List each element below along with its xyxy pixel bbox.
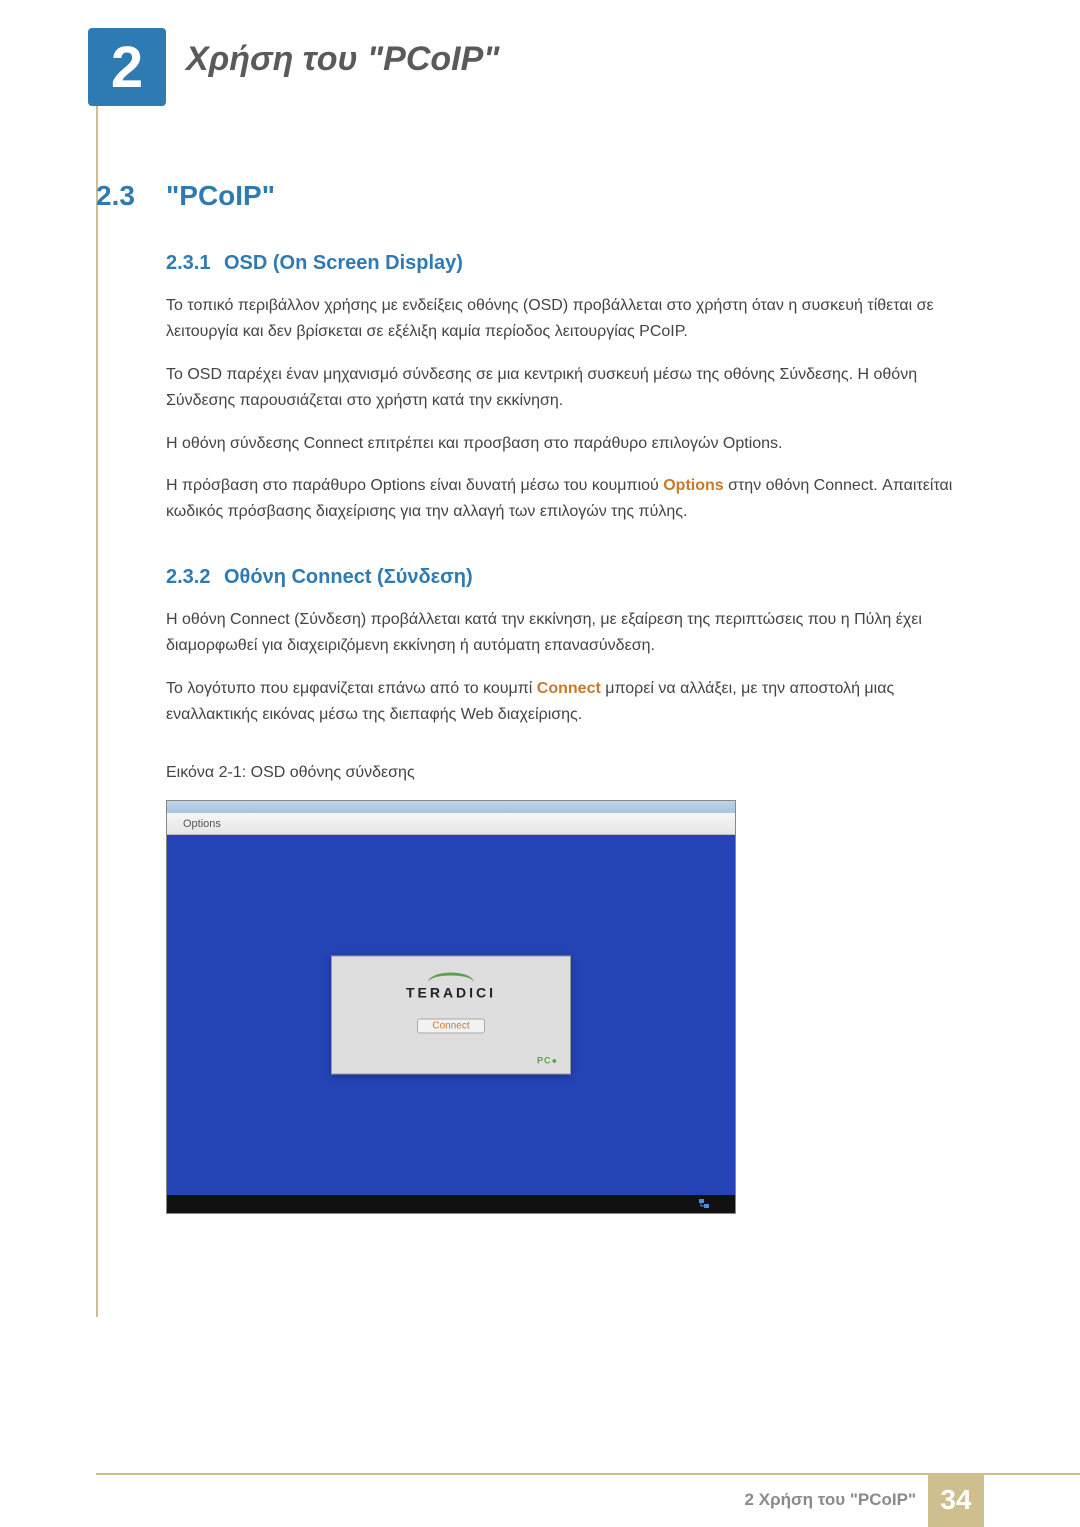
subsection-title: Οθόνη Connect (Σύνδεση) (224, 566, 473, 589)
page-number-badge: 34 (928, 1473, 984, 1527)
page-number: 34 (940, 1484, 971, 1516)
chapter-title: Χρήση του "PCoIP" (186, 40, 499, 79)
taskbar (167, 1195, 735, 1213)
connect-dialog: TERADICI Connect PC● (331, 956, 571, 1075)
connect-button[interactable]: Connect (417, 1019, 484, 1034)
teradici-logo: TERADICI (406, 973, 496, 1001)
logo-arc-icon (428, 973, 474, 983)
subsection-232: 2.3.2 Οθόνη Connect (Σύνδεση) (166, 566, 984, 589)
subsection-heading: 2.3.2 Οθόνη Connect (Σύνδεση) (166, 566, 984, 589)
page-footer: 2 Χρήση του "PCoIP" 34 (0, 1473, 1080, 1527)
paragraph: Η πρόσβαση στο παράθυρο Options είναι δυ… (166, 473, 984, 526)
window-menubar: Options (167, 813, 735, 835)
paragraph: Η οθόνη σύνδεσης Connect επιτρέπει και π… (166, 431, 984, 457)
paragraph: Το τοπικό περιβάλλον χρήσης με ενδείξεις… (166, 293, 984, 346)
footer-chapter-text: 2 Χρήση του "PCoIP" (745, 1490, 916, 1510)
screenshot-body: TERADICI Connect PC● (167, 835, 735, 1195)
paragraph: Το λογότυπο που εμφανίζεται επάνω από το… (166, 676, 984, 729)
section-title: "PCoIP" (166, 180, 275, 212)
osd-screenshot: Options TERADICI Connect PC● (166, 800, 736, 1214)
subsection-number: 2.3.1 (166, 252, 224, 275)
paragraph-text: Το λογότυπο που εμφανίζεται επάνω από το… (166, 680, 537, 697)
pcoip-badge: PC● (537, 1056, 558, 1066)
options-accent: Options (663, 477, 723, 494)
footer-rule (96, 1473, 1080, 1475)
subsection-title: OSD (On Screen Display) (224, 252, 463, 275)
chapter-number-tab: 2 (88, 28, 166, 106)
pcoip-badge-icon: ● (552, 1056, 558, 1066)
network-icon (697, 1198, 711, 1210)
subsection-number: 2.3.2 (166, 566, 224, 589)
connect-accent: Connect (537, 680, 601, 697)
paragraph-text: Η πρόσβαση στο παράθυρο Options είναι δυ… (166, 477, 663, 494)
section-number: 2.3 (96, 180, 166, 212)
window-titlebar (167, 801, 735, 813)
paragraph: Η οθόνη Connect (Σύνδεση) προβάλλεται κα… (166, 607, 984, 660)
content-area: 2.3 "PCoIP" 2.3.1 OSD (On Screen Display… (96, 180, 984, 1214)
section-heading: 2.3 "PCoIP" (96, 180, 984, 212)
figure-caption: Εικόνα 2-1: OSD οθόνης σύνδεσης (166, 764, 984, 782)
paragraph: Το OSD παρέχει έναν μηχανισμό σύνδεσης σ… (166, 362, 984, 415)
logo-text: TERADICI (406, 985, 496, 1001)
pcoip-badge-text: PC (537, 1056, 552, 1066)
subsection-231: 2.3.1 OSD (On Screen Display) (166, 252, 984, 275)
chapter-number: 2 (111, 34, 143, 101)
options-menu[interactable]: Options (177, 816, 227, 832)
subsection-heading: 2.3.1 OSD (On Screen Display) (166, 252, 984, 275)
